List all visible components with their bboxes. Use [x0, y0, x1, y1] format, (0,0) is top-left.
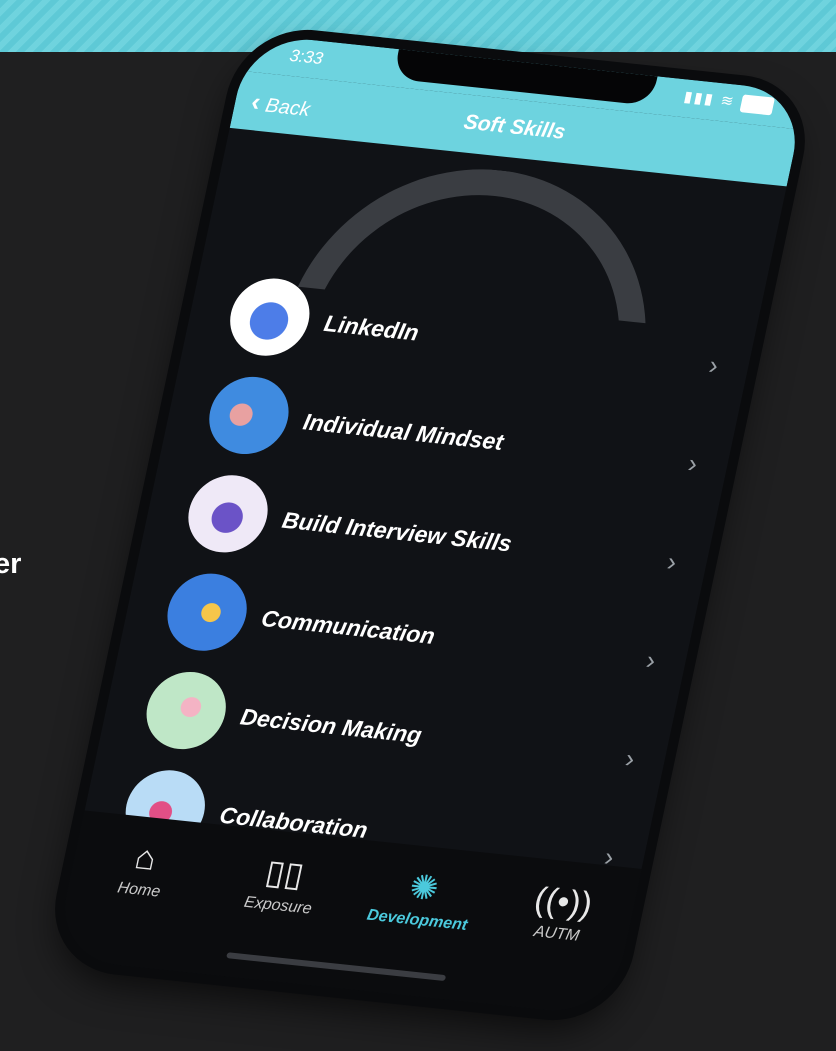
- phone-mockup: 3:33 ▮▮▮ ≋ ‹Back Soft Skills LinkedIn › …: [53, 33, 807, 1017]
- tab-home[interactable]: ⌂ Home: [63, 833, 209, 971]
- decision-illustration-icon: [139, 668, 234, 753]
- status-icons: ▮▮▮ ≋: [682, 87, 775, 116]
- chevron-right-icon: ›: [643, 644, 659, 676]
- home-icon: ⌂: [131, 838, 160, 878]
- chevron-right-icon: ›: [622, 742, 638, 774]
- list-item-label: Individual Mindset: [301, 407, 506, 455]
- chevron-right-icon: ›: [706, 349, 722, 380]
- broadcast-icon: ((•)): [530, 880, 596, 924]
- list-item-label: Build Interview Skills: [280, 506, 515, 556]
- skills-list: LinkedIn › Individual Mindset › Build In…: [76, 260, 758, 909]
- status-time: 3:33: [287, 45, 325, 69]
- communication-illustration-icon: [160, 569, 255, 655]
- chevron-right-icon: ›: [664, 546, 680, 577]
- tab-autm[interactable]: ((•)) AUTM: [481, 877, 627, 1015]
- tab-label: AUTM: [532, 923, 581, 945]
- chevron-right-icon: ›: [685, 447, 701, 479]
- signal-icon: ▮▮▮: [682, 88, 717, 109]
- tab-label: Home: [115, 879, 162, 901]
- wifi-icon: ≋: [718, 92, 738, 111]
- interview-illustration-icon: [181, 471, 275, 557]
- brain-icon: ✺: [405, 868, 443, 909]
- list-item-label: LinkedIn: [321, 309, 422, 346]
- decorative-stripe: [0, 0, 836, 52]
- list-item-label: Communication: [259, 604, 438, 649]
- tab-label: Exposure: [242, 893, 314, 918]
- tab-development[interactable]: ✺ Development: [342, 862, 488, 1000]
- background-text: er: [0, 548, 22, 580]
- mindset-illustration-icon: [201, 373, 296, 458]
- linkedin-illustration-icon: [222, 274, 317, 360]
- battery-icon: [739, 94, 775, 116]
- book-icon: ▯▯: [262, 853, 308, 895]
- list-item-label: Decision Making: [238, 703, 425, 748]
